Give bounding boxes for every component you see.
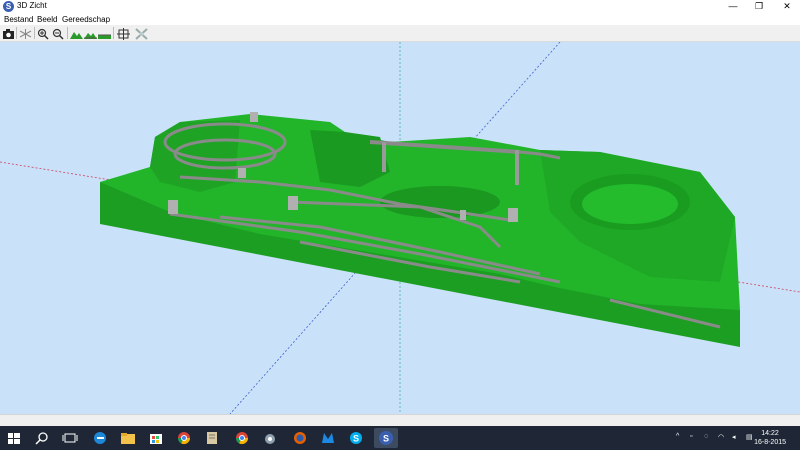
menu-bestand[interactable]: Bestand: [4, 14, 33, 25]
menu-beeld[interactable]: Beeld: [37, 14, 57, 25]
3d-viewport[interactable]: [0, 42, 800, 414]
terrain-icon[interactable]: [70, 27, 83, 39]
title-bar: S 3D Zicht — ❐ ✕: [0, 0, 800, 14]
close-button[interactable]: ✕: [772, 0, 800, 14]
layout-3d-scene: [0, 42, 800, 414]
tools-disabled-icon[interactable]: [135, 27, 148, 40]
tray-wifi-icon[interactable]: ◠: [718, 433, 724, 457]
tray-chevron-icon[interactable]: ^: [676, 433, 679, 457]
chrome-icon-2[interactable]: [234, 430, 250, 446]
window-title: 3D Zicht: [17, 1, 47, 10]
tray-network-icon[interactable]: ▫: [690, 433, 692, 457]
toolbar-separator: [67, 27, 68, 39]
crater-floor: [582, 184, 678, 224]
search-icon[interactable]: [34, 430, 50, 446]
file-explorer-icon[interactable]: [120, 430, 136, 446]
zoom-in-icon[interactable]: [37, 27, 50, 40]
skype-icon[interactable]: S: [348, 430, 364, 446]
maximize-button[interactable]: ❐: [744, 0, 774, 14]
store-icon[interactable]: [148, 430, 164, 446]
axes-icon[interactable]: [19, 27, 32, 39]
3d-app-taskbar-icon[interactable]: S: [374, 428, 398, 448]
menu-gereedschap[interactable]: Gereedschap: [62, 14, 110, 25]
tray-notifications-icon[interactable]: ▤: [746, 433, 753, 457]
clock-time: 14:22: [761, 430, 779, 437]
malwarebytes-icon[interactable]: [320, 430, 336, 446]
taskbar: S S ^ ▫ ◌ ◠ ◂ ▤ 14:22 16-8-2015: [0, 426, 800, 450]
terrain-flat-icon[interactable]: [98, 27, 111, 39]
svg-text:S: S: [353, 434, 359, 444]
tray-cloud-icon[interactable]: ◌: [704, 433, 708, 457]
fit-view-icon[interactable]: [117, 27, 130, 40]
app-icon: S: [3, 1, 14, 12]
zoom-out-icon[interactable]: [52, 27, 65, 40]
toolbar-separator: [34, 27, 35, 39]
task-view-icon[interactable]: [62, 430, 78, 446]
tray-volume-icon[interactable]: ◂: [732, 433, 736, 457]
toolbar-separator: [113, 27, 114, 39]
firefox-icon[interactable]: [292, 430, 308, 446]
menu-bar: Bestand Beeld Gereedschap: [0, 14, 800, 25]
chrome-icon[interactable]: [176, 430, 192, 446]
app-notepad-icon[interactable]: [204, 430, 220, 446]
clock[interactable]: 14:22 16-8-2015: [754, 429, 786, 447]
toolbar-separator: [16, 27, 17, 39]
svg-text:S: S: [383, 434, 389, 444]
toolbar: [0, 25, 800, 42]
camera-icon[interactable]: [2, 27, 15, 39]
windows-start-icon[interactable]: [6, 430, 22, 446]
clock-date: 16-8-2015: [754, 439, 786, 446]
network-tool-icon[interactable]: [262, 430, 278, 446]
edge-browser-icon[interactable]: [92, 430, 108, 446]
terrain-tracks-icon[interactable]: [84, 27, 97, 39]
